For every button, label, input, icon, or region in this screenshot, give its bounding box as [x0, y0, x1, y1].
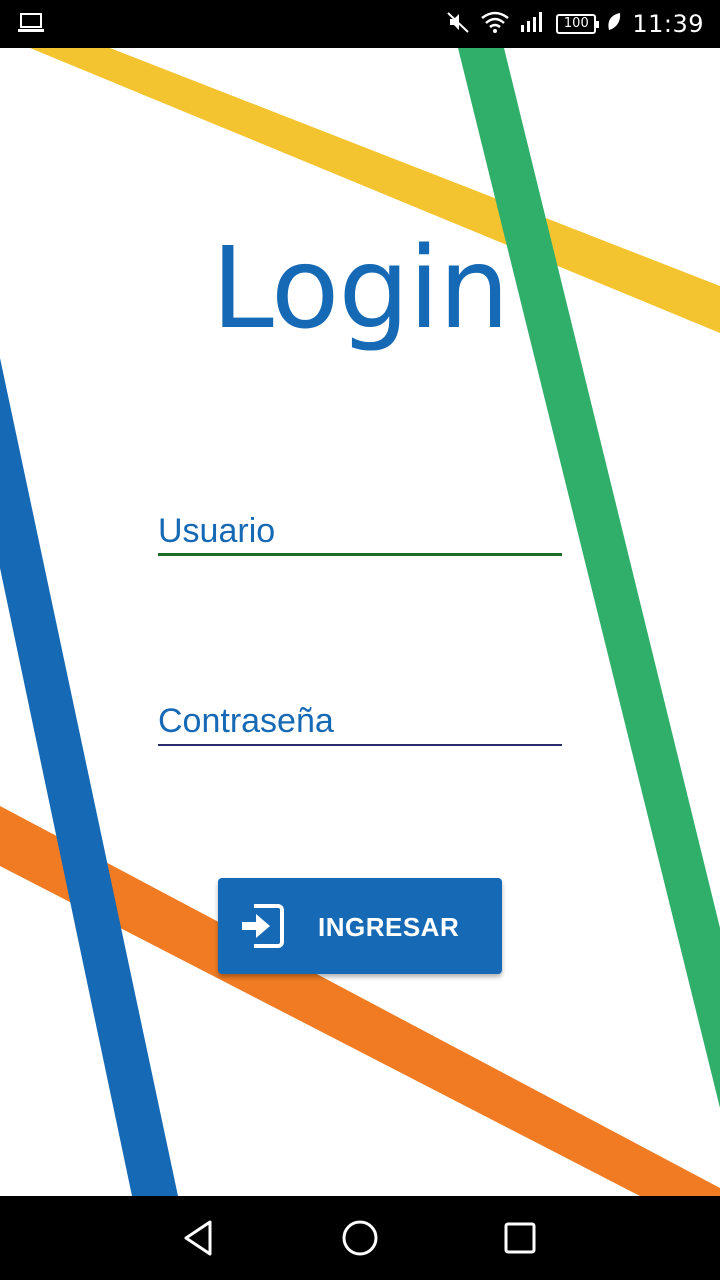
laptop-icon	[18, 12, 44, 38]
username-input[interactable]	[158, 500, 562, 556]
decorative-stripes	[0, 48, 720, 1196]
clock: 11:39	[632, 10, 704, 38]
back-icon	[184, 1220, 212, 1256]
back-button[interactable]	[178, 1216, 222, 1260]
ingresar-button[interactable]: INGRESAR	[218, 878, 502, 974]
battery-icon: 100	[556, 14, 600, 34]
password-input[interactable]	[158, 690, 562, 746]
mute-icon	[446, 10, 470, 38]
login-screen: Login INGRESAR	[0, 48, 720, 1196]
recents-button[interactable]	[498, 1216, 542, 1260]
password-field[interactable]	[158, 690, 562, 746]
page-title: Login	[211, 224, 509, 354]
blue-stripe	[0, 358, 178, 1196]
leaf-icon	[606, 12, 622, 36]
ingresar-label: INGRESAR	[318, 912, 460, 942]
username-underline	[158, 553, 562, 556]
recents-icon	[504, 1222, 536, 1254]
username-field[interactable]	[158, 500, 562, 556]
login-enter-icon	[238, 900, 286, 952]
password-underline	[158, 744, 562, 746]
home-icon	[342, 1220, 378, 1256]
home-button[interactable]	[338, 1216, 382, 1260]
status-bar: 100 11:39	[0, 0, 720, 48]
signal-icon	[520, 11, 546, 37]
wifi-icon	[480, 10, 510, 38]
navigation-bar	[0, 1196, 720, 1280]
